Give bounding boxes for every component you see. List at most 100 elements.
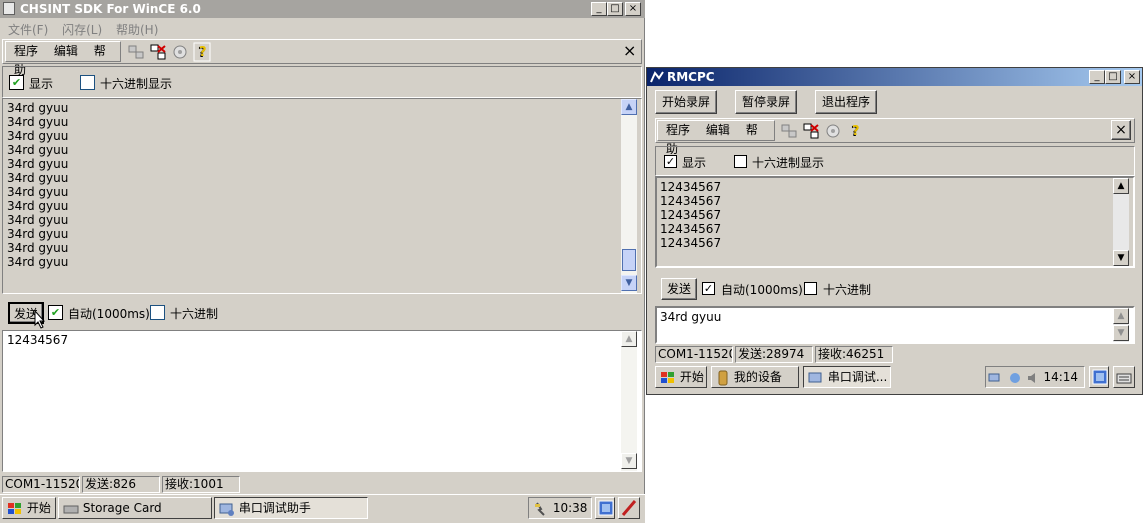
volume-icon xyxy=(1027,372,1035,383)
left-status-received: 接收:1001 xyxy=(162,476,240,493)
windows-flag-icon xyxy=(8,502,21,514)
right-hex-checkbox[interactable] xyxy=(804,282,817,295)
left-start-button[interactable]: 开始 xyxy=(2,497,56,519)
start-record-button[interactable]: 开始录屏 xyxy=(655,90,717,114)
left-start-label: 开始 xyxy=(26,501,51,515)
connect-icon[interactable] xyxy=(127,43,145,61)
right-send-scroll-down-icon[interactable]: ▼ xyxy=(1113,325,1129,341)
right-app-menu-edit[interactable]: 编辑 xyxy=(706,123,730,137)
right-task-app[interactable]: 串口调试... xyxy=(803,366,891,388)
left-send-scrollbar[interactable]: ▲ ▼ xyxy=(621,331,637,471)
left-title-bar: CHSINT SDK For WinCE 6.0 xyxy=(0,0,645,18)
left-task-storage-label: Storage Card xyxy=(82,501,162,515)
scroll-down-icon[interactable]: ▼ xyxy=(621,275,637,291)
right-send-textarea[interactable]: 34rd gyuu ▲ ▼ xyxy=(655,306,1135,344)
right-show-checkbox[interactable]: ✓ xyxy=(664,155,677,168)
right-app-close-x[interactable]: × xyxy=(1111,120,1131,140)
right-keyboard-button[interactable] xyxy=(1113,366,1135,388)
left-task-storage[interactable]: Storage Card xyxy=(58,497,212,519)
right-desktop-icon xyxy=(1092,369,1108,385)
right-close-button[interactable]: × xyxy=(1124,70,1140,84)
left-maximize-button[interactable]: □ xyxy=(607,2,623,16)
right-start-label: 开始 xyxy=(679,370,704,384)
receive-line: 12434567 xyxy=(660,194,722,208)
scroll-up-icon[interactable]: ▲ xyxy=(621,99,637,115)
mouse-cursor-icon xyxy=(34,310,46,329)
menu-flash[interactable]: 闪存(L) xyxy=(62,23,102,37)
left-window: CHSINT SDK For WinCE 6.0 _ □ × 文件(F) 闪存(… xyxy=(0,0,645,523)
settings-icon[interactable] xyxy=(171,43,189,61)
right-serial-app-icon xyxy=(808,372,822,382)
pen-icon xyxy=(621,500,637,516)
right-connect-icon[interactable] xyxy=(780,122,798,140)
right-scroll-up-icon[interactable]: ▲ xyxy=(1113,178,1129,194)
left-clock: 10:38 xyxy=(552,501,588,515)
left-hex-checkbox[interactable] xyxy=(150,305,165,320)
left-desktop-button[interactable] xyxy=(595,497,615,519)
right-help-icon[interactable]: ?? xyxy=(846,121,864,141)
left-auto-checkbox[interactable]: ✔ xyxy=(48,305,63,320)
left-window-title: CHSINT SDK For WinCE 6.0 xyxy=(20,2,201,16)
left-close-button[interactable]: × xyxy=(625,2,641,16)
left-auto-label: 自动(1000ms) xyxy=(68,307,150,321)
left-receive-lines: 34rd gyuu 34rd gyuu 34rd gyuu 34rd gyuu … xyxy=(7,101,607,269)
right-app-toolbar: 程序 编辑 帮助 ?? × xyxy=(655,118,1135,156)
receive-line: 34rd gyuu xyxy=(7,101,69,115)
right-send-scrollbar[interactable]: ▲ ▼ xyxy=(1113,308,1129,342)
left-task-app-label: 串口调试助手 xyxy=(238,501,311,515)
right-app-menu: 程序 编辑 帮助 xyxy=(657,120,775,156)
app-icon xyxy=(3,2,15,15)
left-send-row: 发送 ✔ 自动(1000ms) 十六进制 xyxy=(2,298,642,329)
left-show-checkbox[interactable]: ✔ xyxy=(9,75,24,90)
right-send-button[interactable]: 发送 xyxy=(661,278,697,300)
right-disconnect-icon[interactable] xyxy=(802,122,820,140)
right-status-sent: 发送:28974 xyxy=(735,346,813,363)
receive-line: 12434567 xyxy=(660,180,722,194)
right-task-device[interactable]: 我的设备 xyxy=(711,366,799,388)
left-hex-label: 十六进制 xyxy=(170,307,219,321)
disconnect-icon[interactable] xyxy=(149,43,167,61)
left-pen-button[interactable] xyxy=(618,497,640,519)
receive-line: 34rd gyuu xyxy=(7,213,69,227)
svg-text:?: ? xyxy=(199,45,207,60)
send-scroll-up-icon[interactable]: ▲ xyxy=(621,331,637,347)
right-hex-display-checkbox[interactable] xyxy=(734,155,747,168)
right-receive-area[interactable]: 12434567 12434567 12434567 12434567 1243… xyxy=(655,176,1135,268)
left-minimize-button[interactable]: _ xyxy=(591,2,607,16)
right-app-menu-program[interactable]: 程序 xyxy=(666,123,690,137)
left-send-textarea[interactable]: 12434567 ▲ ▼ xyxy=(2,330,642,472)
right-status-received: 接收:46251 xyxy=(815,346,893,363)
left-app-close-x[interactable]: × xyxy=(623,41,636,60)
app-menu-edit[interactable]: 编辑 xyxy=(54,44,78,58)
right-maximize-button[interactable]: □ xyxy=(1105,70,1121,84)
menu-help[interactable]: 帮助(H) xyxy=(116,23,158,37)
right-receive-scrollbar[interactable]: ▲ ▼ xyxy=(1113,178,1129,266)
scroll-thumb[interactable] xyxy=(622,249,636,271)
power-plug-icon xyxy=(535,501,545,516)
exit-program-button[interactable]: 退出程序 xyxy=(815,90,877,114)
right-settings-icon[interactable] xyxy=(824,122,842,140)
app-menu-program[interactable]: 程序 xyxy=(14,44,38,58)
left-hex-display-checkbox[interactable] xyxy=(80,75,95,90)
right-desktop-button[interactable] xyxy=(1089,366,1109,388)
right-start-button[interactable]: 开始 xyxy=(655,366,707,388)
right-send-scroll-up-icon[interactable]: ▲ xyxy=(1113,308,1129,324)
left-receive-area[interactable]: 34rd gyuu 34rd gyuu 34rd gyuu 34rd gyuu … xyxy=(2,98,642,294)
right-window: RMCPC _ □ × 开始录屏 暂停录屏 退出程序 程序 编辑 帮助 ?? ×… xyxy=(646,67,1143,395)
right-minimize-button[interactable]: _ xyxy=(1089,70,1105,84)
rmcpc-app-icon xyxy=(650,71,664,83)
receive-line: 34rd gyuu xyxy=(7,241,69,255)
help-icon[interactable]: ?? xyxy=(193,42,211,62)
left-task-app[interactable]: 串口调试助手 xyxy=(214,497,368,519)
left-receive-scrollbar[interactable]: ▲ ▼ xyxy=(621,99,637,293)
menu-file[interactable]: 文件(F) xyxy=(8,23,48,37)
right-send-text: 34rd gyuu xyxy=(660,310,722,324)
right-scroll-down-icon[interactable]: ▼ xyxy=(1113,250,1129,266)
right-auto-checkbox[interactable]: ✓ xyxy=(702,282,715,295)
receive-line: 12434567 xyxy=(660,208,722,222)
pause-record-button[interactable]: 暂停录屏 xyxy=(735,90,797,114)
serial-app-icon xyxy=(219,503,234,516)
right-windows-flag-icon xyxy=(661,371,674,383)
send-scroll-down-icon[interactable]: ▼ xyxy=(621,453,637,469)
network-icon xyxy=(988,373,1000,381)
